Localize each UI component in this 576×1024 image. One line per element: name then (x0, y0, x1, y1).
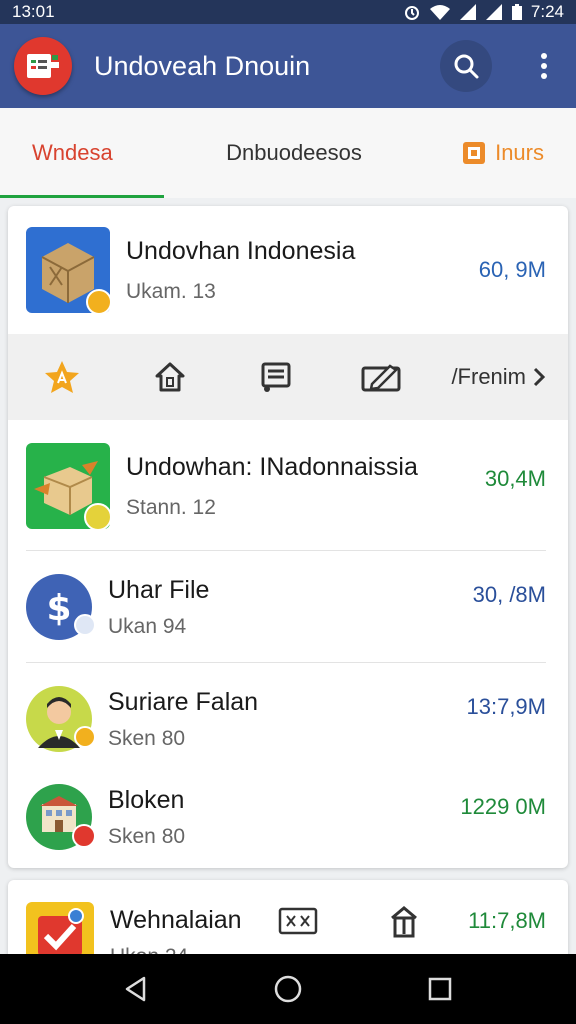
item-title: Undovhan Indonesia (126, 236, 356, 265)
item-text: Undowhan: INadonnaissia Stann. 12 (126, 453, 418, 520)
tab-dnbuodeesos[interactable]: Dnbuodeesos (164, 108, 424, 198)
edit-button[interactable] (356, 334, 408, 420)
list-item[interactable]: Undowhan: INadonnaissia Stann. 12 30,4M (8, 442, 568, 531)
tab-label: Inurs (495, 140, 544, 165)
item-size: 13:7,9M (466, 694, 547, 719)
item-subtitle: Ukan 94 (108, 614, 187, 638)
building-icon (26, 784, 96, 850)
list-icon (261, 362, 291, 392)
home-icon (155, 362, 185, 392)
item-size: 30, /8M (472, 582, 546, 607)
item-size: 30,4M (484, 466, 546, 491)
app-logo[interactable] (14, 37, 72, 95)
status-time-left: 13:01 (12, 2, 55, 21)
item-title: Wehnalaian (110, 905, 242, 934)
tab-inurs-icon (463, 142, 486, 164)
back-icon (125, 976, 146, 1002)
item-size: 1229 0M (460, 794, 546, 819)
tool-badge-icon (84, 503, 112, 531)
recents-icon (428, 977, 452, 1001)
home-button[interactable] (144, 334, 196, 420)
list-item[interactable]: Bloken Sken 80 1229 0M (8, 780, 568, 854)
tab-label: Dnbuodeesos (226, 140, 362, 165)
item-size: 60, 9M (478, 257, 546, 282)
item-subtitle: Ukam. 13 (126, 279, 216, 303)
alarm-icon (404, 6, 419, 20)
package-box-icon (26, 227, 112, 315)
upload-button[interactable] (388, 904, 420, 943)
item-text: Undovhan Indonesia Ukam. 13 (126, 237, 355, 304)
status-icons: 7:24 (403, 2, 564, 22)
upload-icon (391, 906, 417, 938)
svg-text:$: $ (46, 588, 71, 629)
more-options-button[interactable] (522, 44, 566, 88)
search-icon (454, 54, 479, 79)
item-text: Bloken Sken 80 (108, 786, 185, 849)
signal-icon-2 (485, 4, 502, 20)
chevron-right-icon (533, 367, 546, 387)
list-button[interactable] (250, 334, 302, 420)
edit-icon (361, 364, 401, 392)
grid-icon (278, 907, 318, 935)
lock-badge-icon (74, 726, 96, 748)
battery-icon (511, 4, 522, 20)
tab-label: Wndesa (32, 140, 113, 165)
navigation-bar (0, 954, 576, 1024)
more-actions-label: /Frenim (451, 364, 526, 389)
item-title: Suriare Falan (108, 687, 259, 716)
pencil-badge-icon (86, 289, 112, 315)
signal-icon (459, 4, 476, 20)
divider (26, 662, 546, 663)
tab-wndesa[interactable]: Wndesa (0, 108, 164, 198)
status-bar: 13:01 7:24 (0, 0, 576, 24)
grid-button[interactable] (278, 906, 318, 941)
item-subtitle: Sken 80 (108, 726, 186, 750)
tab-inurs[interactable]: Inurs (424, 108, 576, 198)
wifi-icon (429, 5, 450, 20)
box-with-bird-icon (26, 443, 112, 531)
settings-badge-icon (72, 824, 96, 848)
star-icon (45, 361, 79, 393)
dollar-file-icon: $ (26, 574, 96, 640)
item-title: Undowhan: INadonnaissia (126, 452, 418, 481)
tab-bar: Wndesa Dnbuodeesos Inurs (0, 108, 576, 198)
app-logo-icon (27, 54, 59, 78)
item-subtitle: Stann. 12 (126, 495, 216, 519)
list-item[interactable]: Suriare Falan Sken 80 13:7,9M (8, 682, 568, 756)
more-vertical-icon (541, 53, 547, 79)
more-actions-button[interactable]: /Frenim (451, 334, 546, 420)
app-bar: Undoveah Dnouin (0, 24, 576, 108)
avatar (26, 686, 96, 752)
screen: 13:01 7:24 Undoveah Dnouin Wndesa Dnbuod… (0, 0, 576, 1024)
divider (26, 550, 546, 551)
recents-button[interactable] (410, 959, 470, 1019)
back-button[interactable] (106, 959, 166, 1019)
favorite-button[interactable] (36, 334, 88, 420)
app-title: Undoveah Dnouin (94, 50, 311, 81)
home-circle-icon (274, 975, 302, 1003)
list-item[interactable]: $ Uhar File Ukan 94 30, /8M (8, 570, 568, 644)
home-nav-button[interactable] (258, 959, 318, 1019)
download-list-card: Undovhan Indonesia Ukam. 13 60, 9M /Fren… (8, 206, 568, 868)
item-size: 11:7,8M (468, 908, 546, 933)
list-item[interactable]: Undovhan Indonesia Ukam. 13 60, 9M (8, 226, 568, 315)
item-subtitle: Sken 80 (108, 824, 186, 848)
status-time-right: 7:24 (530, 2, 564, 21)
item-text: Uhar File Ukan 94 (108, 576, 209, 639)
list-badge-icon (74, 614, 96, 636)
item-title: Bloken (108, 785, 185, 814)
search-button[interactable] (440, 40, 492, 92)
item-text: Suriare Falan Sken 80 (108, 688, 258, 751)
item-title: Uhar File (108, 575, 210, 604)
item-action-bar: /Frenim (8, 334, 568, 420)
